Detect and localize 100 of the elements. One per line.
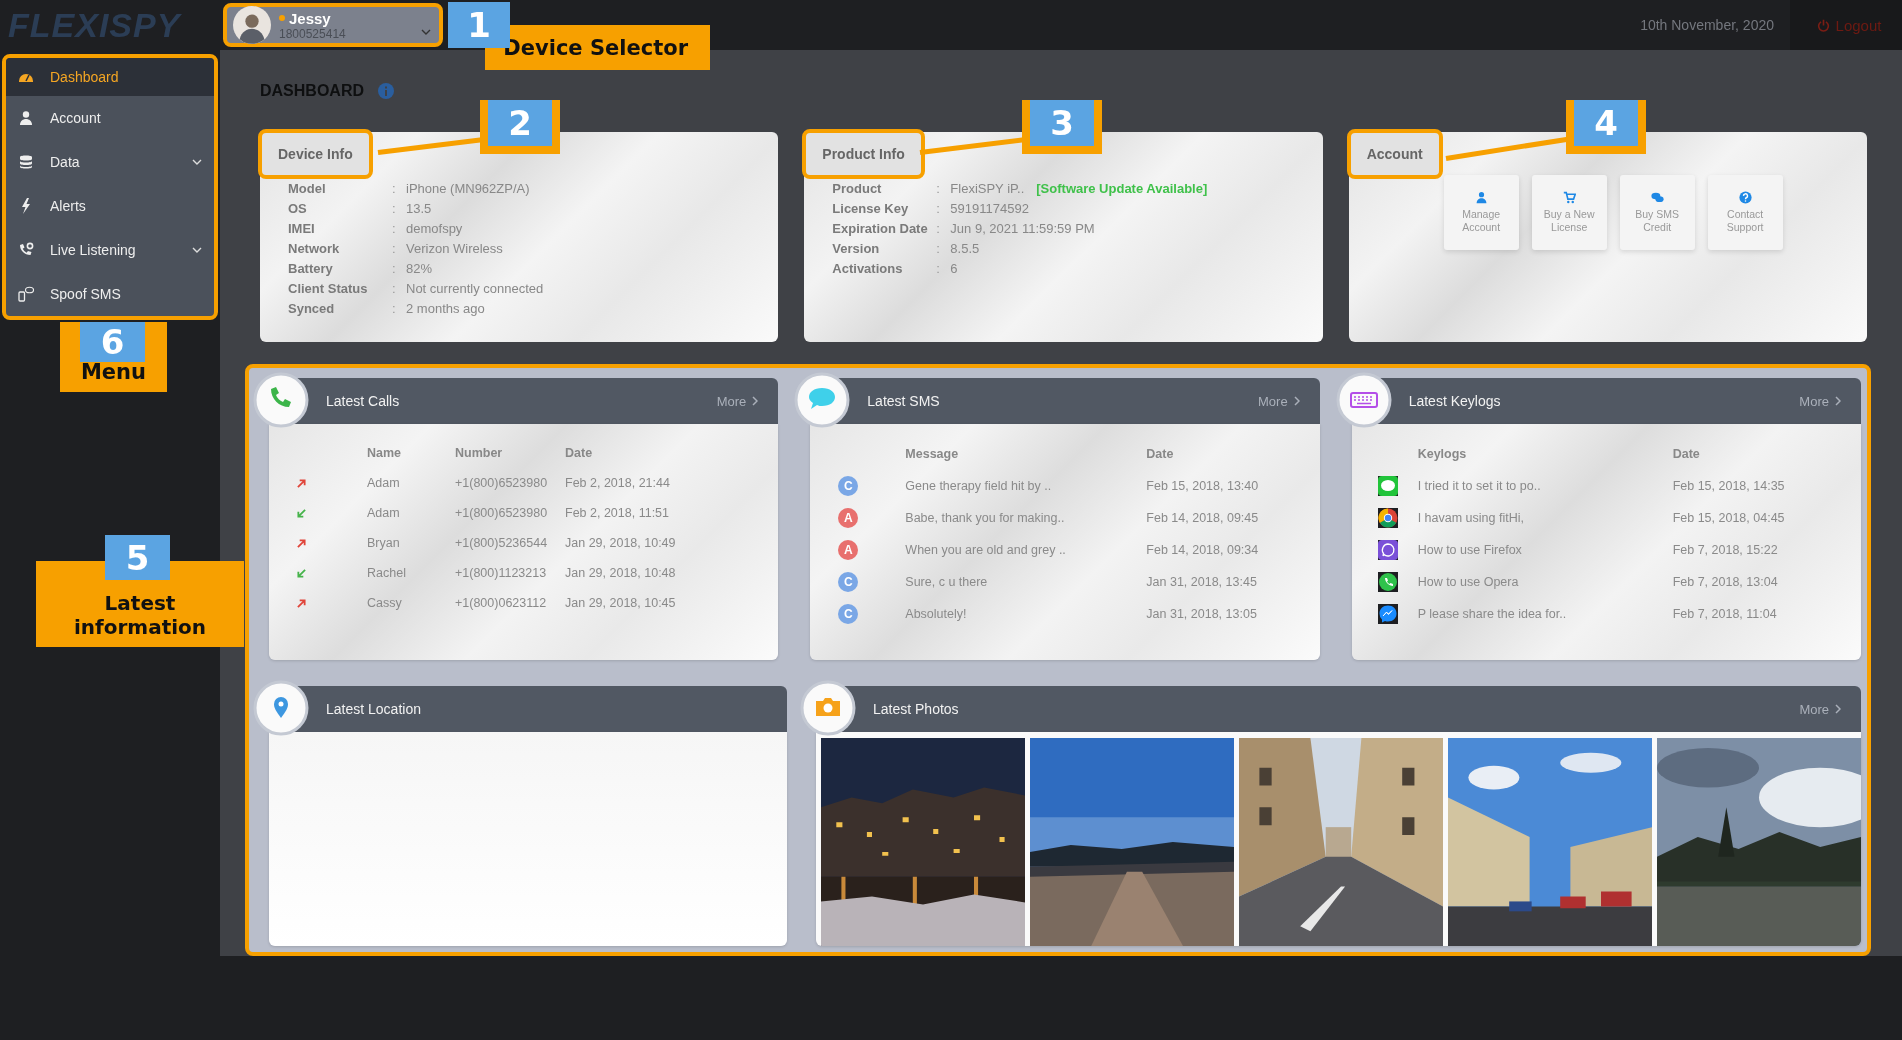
field-value: FlexiSPY iP..: [950, 181, 1025, 196]
table-cell-text: Adam: [367, 506, 401, 520]
more-link[interactable]: More: [1799, 701, 1841, 717]
account-action-button[interactable]: Contact Support: [1707, 175, 1783, 250]
field-label: IMEI: [288, 221, 316, 236]
column-header: Date: [1146, 447, 1175, 461]
field-label: Product: [832, 181, 883, 196]
arrow-down-left-icon: [297, 568, 306, 578]
panel-title: Latest SMS: [867, 393, 941, 409]
table-cell-text: +1(800)1123213: [455, 566, 548, 580]
table-cell-text: Rachel: [367, 566, 407, 580]
account-action-button[interactable]: Manage Account: [1443, 175, 1519, 250]
panel-title: Latest Calls: [326, 393, 401, 409]
contact-avatar: C: [838, 572, 859, 592]
date-text: 10th November, 2020: [1640, 17, 1774, 33]
field-value: 59191174592: [950, 201, 1029, 216]
table-cell-text: Feb 15, 2018, 13:40: [1146, 479, 1260, 493]
account-action-button[interactable]: Buy a New License: [1531, 175, 1607, 250]
table-cell-text: Feb 14, 2018, 09:34: [1146, 543, 1260, 557]
menu-item[interactable]: Live Listening: [6, 228, 214, 272]
field-value: iPhone (MN962ZP/A): [406, 181, 531, 196]
table-cell-text: Adam: [367, 476, 401, 490]
table-cell-text: Cassy: [367, 596, 403, 610]
menu-item[interactable]: Dashboard: [6, 58, 214, 96]
field-label: Activations: [832, 261, 904, 276]
panel-title: Latest Keylogs: [1408, 393, 1502, 409]
field-label: License Key: [832, 201, 910, 216]
card-title: Product Info: [802, 129, 925, 179]
annotation-number: 3: [1022, 100, 1102, 154]
chat-bubble-icon: [1377, 604, 1398, 624]
table-cell-text: Jan 29, 2018, 10:48: [565, 566, 677, 580]
more-link[interactable]: More: [1799, 393, 1841, 409]
table-cell-text: I tried it to set it to po..: [1417, 479, 1542, 493]
person-icon: [18, 110, 34, 126]
field-value: demofspy: [406, 221, 464, 236]
table-cell-text: +1(800)6523980: [455, 506, 549, 520]
menu-item[interactable]: Data: [6, 140, 214, 184]
table-cell-text: +1(800)0623112: [455, 596, 548, 610]
table-cell-text: Feb 15, 2018, 04:45: [1672, 511, 1786, 525]
field-value: 2 months ago: [406, 301, 486, 316]
field-value: Verizon Wireless: [406, 241, 504, 256]
table-cell-text: Jan 29, 2018, 10:49: [565, 536, 677, 550]
field-label: Model: [288, 181, 327, 196]
table-cell-text: +1(800)5236544: [455, 536, 549, 550]
field-value: 8.5.5: [950, 241, 980, 256]
chat-bubbles-icon: [1650, 191, 1664, 205]
contact-avatar: C: [838, 476, 859, 496]
chevron-right-icon: [1293, 396, 1300, 406]
phone-bubble-icon: [1377, 572, 1398, 592]
field-value: 13.5: [406, 201, 433, 216]
more-link[interactable]: More: [716, 393, 759, 409]
chevron-right-icon: [1835, 704, 1841, 714]
phone-gear-icon: [18, 242, 34, 258]
chevron-down-icon: [421, 29, 431, 35]
table-cell-text: Jan 31, 2018, 13:05: [1146, 607, 1258, 621]
table-cell-text: Feb 2, 2018, 21:44: [565, 476, 671, 490]
phone-bubble-icon: [18, 286, 34, 302]
column-header: Date: [565, 446, 594, 460]
card-title: Device Info: [258, 129, 373, 179]
field-label: OS: [288, 201, 308, 216]
column-header: Keylogs: [1417, 447, 1468, 461]
separator: :: [392, 281, 397, 296]
phone-icon: [253, 372, 309, 428]
contact-avatar: C: [838, 604, 859, 624]
table-cell-text: Feb 14, 2018, 09:45: [1146, 511, 1260, 525]
account-action-button[interactable]: Buy SMS Credit: [1619, 175, 1695, 250]
table-cell-text: Sure, c u there: [905, 575, 989, 589]
location-pin-icon: [253, 680, 309, 736]
menu-item[interactable]: Spoof SMS: [6, 272, 214, 316]
table-cell-text: Absolutely!: [905, 607, 968, 621]
menu-item[interactable]: Account: [6, 96, 214, 140]
update-link[interactable]: [Software Update Available]: [1036, 181, 1208, 196]
contact-avatar: A: [838, 508, 859, 528]
annotation-number: 4: [1566, 100, 1646, 154]
separator: :: [392, 181, 397, 196]
table-cell-text: How to use Opera: [1417, 575, 1520, 589]
separator: :: [392, 261, 397, 276]
separator: :: [936, 221, 941, 236]
separator: :: [392, 201, 397, 216]
chat-bubble-icon: [794, 372, 851, 428]
table-cell-text: Feb 7, 2018, 13:04: [1672, 575, 1779, 589]
menu-item[interactable]: Alerts: [6, 184, 214, 228]
phone-app-icon: [1377, 540, 1398, 560]
more-link[interactable]: More: [1258, 393, 1300, 409]
column-header: Date: [1672, 447, 1701, 461]
column-header: Number: [455, 446, 504, 460]
table-cell-text: +1(800)6523980: [455, 476, 549, 490]
arrow-up-right-icon: [297, 538, 306, 548]
table-cell-text: When you are old and grey ..: [905, 543, 1067, 557]
field-value: 82%: [406, 261, 434, 276]
arrow-down-left-icon: [297, 508, 306, 518]
field-label: Client Status: [288, 281, 369, 296]
table-cell-text: Feb 7, 2018, 11:04: [1672, 607, 1778, 621]
field-value: Jun 9, 2021 11:59:59 PM: [950, 221, 1095, 236]
keyboard-icon: [1335, 372, 1392, 428]
separator: :: [936, 201, 941, 216]
field-label: Network: [288, 241, 341, 256]
separator: :: [392, 241, 397, 256]
chevron-down-icon: [192, 247, 202, 253]
field-value: 6: [950, 261, 958, 276]
